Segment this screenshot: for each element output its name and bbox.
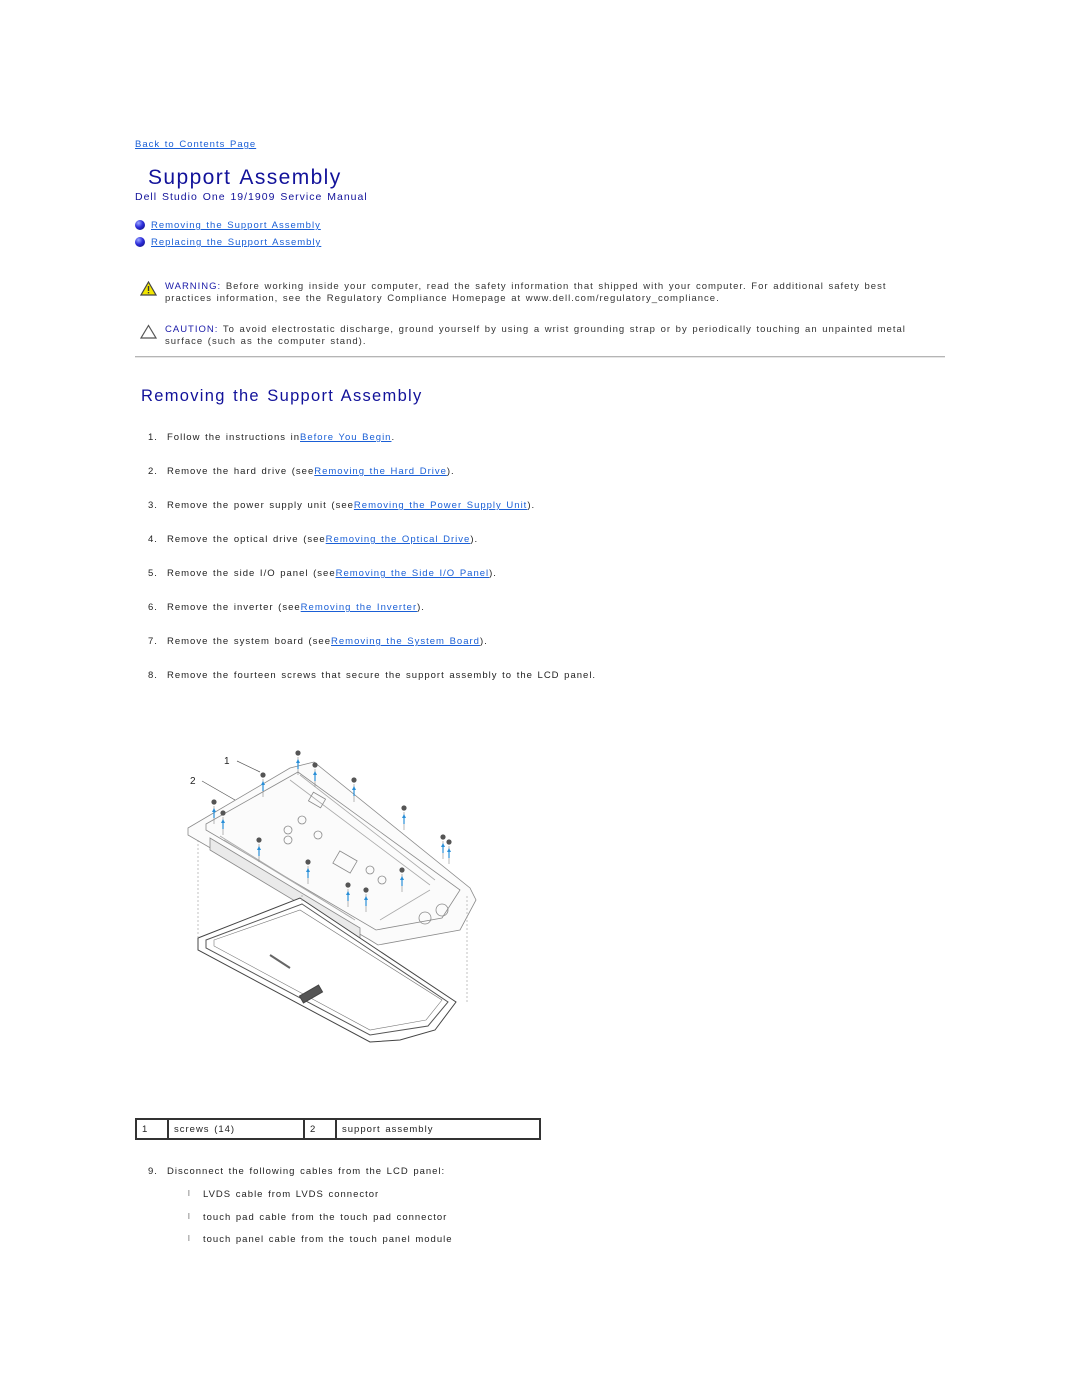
step-text: Remove the power supply unit (see — [167, 500, 354, 511]
callout-1: 1 — [224, 756, 261, 773]
step-number: 6. — [148, 602, 158, 613]
step-item: 2. Remove the hard drive (see Removing th… — [148, 466, 455, 477]
bullet-icon: l — [188, 1189, 191, 1198]
screw-icon — [446, 839, 452, 864]
bullet-icon: l — [188, 1234, 191, 1243]
step-item: 5. Remove the side I/O panel (see Removin… — [148, 568, 497, 579]
legend-num: 2 — [304, 1119, 337, 1139]
step-number: 7. — [148, 636, 158, 647]
svg-text:1: 1 — [224, 756, 230, 767]
caution-triangle-icon — [140, 324, 157, 339]
step-number: 3. — [148, 500, 158, 511]
caution-notice: CAUTION: To avoid electrostatic discharg… — [140, 324, 930, 347]
cable-item-text: touch panel cable from the touch panel m… — [203, 1234, 453, 1245]
toc-item-removing[interactable]: Removing the Support Assembly — [135, 219, 321, 231]
step-link[interactable]: Removing the Hard Drive — [314, 466, 447, 477]
step-link[interactable]: Before You Begin — [300, 432, 391, 443]
step-number: 8. — [148, 670, 158, 681]
step-item: 6. Remove the inverter (see Removing the … — [148, 602, 425, 613]
back-to-contents-link[interactable]: Back to Contents Page — [135, 139, 256, 150]
support-assembly-frame — [187, 761, 477, 946]
cable-item-text: LVDS cable from LVDS connector — [203, 1189, 380, 1200]
step-text: Remove the fourteen screws that secure t… — [167, 670, 597, 681]
caution-text: To avoid electrostatic discharge, ground… — [165, 324, 906, 347]
cable-item: l touch panel cable from the touch panel… — [188, 1234, 453, 1245]
warning-triangle-icon — [140, 281, 157, 296]
cable-item: l touch pad cable from the touch pad con… — [188, 1212, 447, 1223]
step-item: 4. Remove the optical drive (see Removing… — [148, 534, 478, 545]
section-heading: Removing the Support Assembly — [141, 387, 423, 405]
svg-text:2: 2 — [190, 776, 196, 787]
step-text-end: . — [391, 432, 396, 443]
legend-num: 1 — [136, 1119, 169, 1139]
step-item: 1. Follow the instructions in Before You … — [148, 432, 395, 443]
section-divider — [135, 356, 945, 358]
step-text: Remove the optical drive (see — [167, 534, 326, 545]
callout-2: 2 — [190, 776, 236, 801]
toc-link-removing[interactable]: Removing the Support Assembly — [151, 220, 321, 231]
step-number: 9. — [148, 1166, 158, 1177]
toc-item-replacing[interactable]: Replacing the Support Assembly — [135, 236, 321, 248]
warning-label: WARNING: — [165, 281, 222, 292]
step-text-end: ). — [489, 568, 497, 579]
manual-subtitle: Dell Studio One 19/1909 Service Manual — [135, 191, 368, 203]
blue-bullet-icon — [135, 236, 145, 247]
step-text: Remove the system board (see — [167, 636, 332, 647]
step-link[interactable]: Removing the Side I/O Panel — [336, 568, 490, 579]
legend-row: 1 screws (14) 2 support assembly — [136, 1119, 540, 1139]
legend-label: screws (14) — [168, 1119, 305, 1139]
warning-notice: WARNING: Before working inside your comp… — [140, 281, 930, 304]
step-text: Disconnect the following cables from the… — [167, 1166, 446, 1177]
cable-item: l LVDS cable from LVDS connector — [188, 1189, 379, 1200]
legend-label: support assembly — [342, 1123, 434, 1135]
step-item: 3. Remove the power supply unit (see Remo… — [148, 500, 535, 511]
caution-label: CAUTION: — [165, 324, 219, 335]
step-text: Follow the instructions in — [167, 432, 301, 443]
step-text: Remove the hard drive (see — [167, 466, 315, 477]
step-text-end: ). — [417, 602, 425, 613]
step-number: 4. — [148, 534, 158, 545]
step-item: 8. Remove the fourteen screws that secure… — [148, 670, 596, 681]
step-item: 9. Disconnect the following cables from … — [148, 1166, 445, 1177]
step-number: 1. — [148, 432, 158, 443]
bullet-icon: l — [188, 1212, 191, 1221]
support-assembly-illustration: 1 2 — [187, 750, 477, 1043]
step-link[interactable]: Removing the Inverter — [301, 602, 417, 613]
step-link[interactable]: Removing the System Board — [331, 636, 480, 647]
step-text-end: ). — [470, 534, 479, 545]
page-title: Support Assembly — [148, 166, 342, 189]
step-text: Remove the side I/O panel (see — [167, 568, 336, 579]
screw-icon — [401, 805, 407, 830]
cable-item-text: touch pad cable from the touch pad conne… — [203, 1212, 448, 1223]
step-text-end: ). — [479, 636, 488, 647]
step-link[interactable]: Removing the Power Supply Unit — [354, 500, 527, 511]
step-link[interactable]: Removing the Optical Drive — [326, 534, 471, 545]
step-text-end: ). — [527, 500, 536, 511]
toc-link-replacing[interactable]: Replacing the Support Assembly — [151, 237, 321, 248]
step-text-end: ). — [446, 466, 455, 477]
warning-text: Before working inside your computer, rea… — [165, 281, 887, 304]
blue-bullet-icon — [135, 219, 145, 230]
legend-table: 1 screws (14) 2 support assembly — [135, 1118, 541, 1140]
step-item: 7. Remove the system board (see Removing … — [148, 636, 488, 647]
screw-icon — [440, 834, 446, 859]
step-number: 2. — [148, 466, 158, 477]
step-number: 5. — [148, 568, 158, 579]
step-text: Remove the inverter (see — [167, 602, 301, 613]
